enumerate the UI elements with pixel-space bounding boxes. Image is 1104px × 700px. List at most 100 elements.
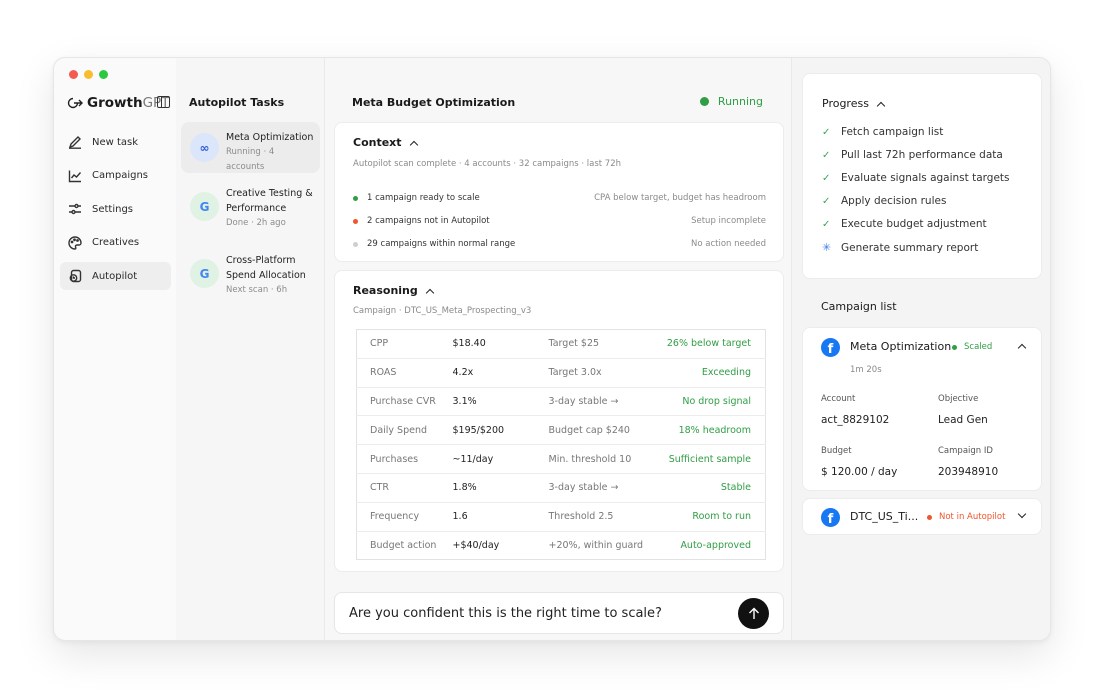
google-icon: G [190, 259, 219, 288]
status-dot [927, 514, 932, 520]
sidebar-item-settings[interactable]: Settings [60, 195, 171, 223]
brand-name: Growth [87, 95, 143, 111]
campaign-list-title: Campaign list [821, 300, 897, 313]
chevron-up-icon [425, 288, 435, 297]
metric-result: Sufficient sample [654, 444, 766, 474]
progress-step: ✓ Execute budget adjustment [822, 218, 987, 230]
step-label: Pull last 72h performance data [841, 149, 1003, 161]
sidebar-item-autopilot[interactable]: Autopilot [60, 262, 171, 290]
table-row: Budget action +$40/day +20%, within guard A… [357, 531, 766, 560]
context-row-note: No action needed [691, 239, 766, 249]
metric-value: $195/$200 [452, 415, 549, 446]
table-row: CPP $18.40 Target $25 26% below target [356, 329, 766, 359]
sidebar-toggle-icon[interactable] [157, 96, 170, 108]
app-window: Growth GPT New task Campaigns Settings Cr… [53, 57, 1051, 641]
status-badge: Running [699, 95, 763, 108]
context-row-text: 1 campaign ready to scale [367, 193, 480, 203]
palette-icon [68, 235, 82, 250]
autopilot-icon [69, 269, 82, 283]
campaign-name: Meta Optimization [850, 340, 952, 353]
task-item-cross-platform[interactable]: G Cross-Platform Spend Allocation Next s… [181, 245, 320, 307]
badge-label: Scaled [964, 342, 993, 352]
account-label: Account [821, 394, 856, 404]
metric-value: ~11/day [452, 444, 549, 474]
sidebar-item-campaigns[interactable]: Campaigns [60, 162, 171, 190]
reasoning-header[interactable]: Reasoning [353, 284, 435, 297]
metric-target: Target 3.0x [548, 358, 655, 388]
metric-value: 3.1% [452, 387, 549, 417]
spinner-icon: ✳ [822, 241, 832, 254]
context-row: 2 campaigns not in Autopilot Setup incom… [353, 216, 766, 226]
chevron-down-icon[interactable] [1017, 509, 1027, 519]
chat-input[interactable]: Are you confident this is the right time… [334, 592, 784, 634]
metric-result: Room to run [654, 502, 766, 532]
status-dot [353, 218, 358, 224]
task-item-creative-testing[interactable]: G Creative Testing & Performance Done · … [181, 178, 320, 240]
context-row-note: CPA below target, budget has headroom [594, 193, 766, 203]
metric-name: Budget action [370, 539, 437, 551]
progress-card: Progress ✓ Fetch campaign list ✓ Pull last… [802, 73, 1042, 279]
campaign-id-value: 203948910 [938, 466, 999, 478]
objective-label: Objective [938, 394, 979, 404]
sidebar-item-label: Campaigns [92, 170, 149, 181]
status-dot [353, 195, 358, 201]
progress-step: ✓ Fetch campaign list [822, 126, 943, 138]
metric-value: +$40/day [452, 539, 500, 551]
chat-input-text[interactable]: Are you confident this is the right time… [349, 606, 662, 621]
budget-value: $ 120.00 / day [821, 466, 898, 478]
task-name-line2: Performance [226, 203, 287, 214]
progress-header[interactable]: Progress [822, 97, 886, 110]
metric-value: $18.40 [452, 329, 549, 359]
task-status: Done · 2h ago [226, 218, 286, 228]
step-label: Execute budget adjustment [841, 218, 987, 230]
metric-result: 18% headroom [654, 415, 766, 446]
context-summary: Autopilot scan complete · 4 accounts · 3… [353, 159, 622, 169]
reasoning-campaign: Campaign · DTC_US_Meta_Prospecting_v3 [353, 306, 532, 316]
progress-step: ✓ Apply decision rules [822, 195, 946, 207]
check-icon: ✓ [822, 195, 831, 207]
campaign-id-label: Campaign ID [938, 446, 993, 456]
badge-label: Not in Autopilot [939, 512, 1006, 522]
metric-target: Budget cap $240 [548, 415, 655, 446]
chevron-up-icon [876, 101, 886, 110]
send-button[interactable] [738, 598, 769, 629]
metric-result: 26% below target [654, 329, 766, 359]
reasoning-title: Reasoning [353, 284, 418, 297]
metric-name: Purchase CVR [356, 387, 453, 417]
step-label: Evaluate signals against targets [841, 172, 1010, 184]
metric-name: Purchases [356, 444, 453, 474]
task-name: Creative Testing & [226, 188, 313, 199]
campaign-name: DTC_US_Ti... [850, 510, 919, 523]
check-icon: ✓ [822, 172, 831, 184]
main-panel: Meta Budget Optimization Running Context… [324, 58, 792, 640]
step-label: Apply decision rules [841, 195, 947, 207]
sidebar-item-new-task[interactable]: New task [60, 128, 171, 156]
brand-logo[interactable]: Growth GPT [67, 95, 169, 111]
task-status: Next scan · 6h [226, 285, 288, 295]
chevron-up-icon[interactable] [1017, 343, 1027, 353]
task-name: Meta Optimization [226, 132, 314, 143]
context-header[interactable]: Context [353, 136, 418, 149]
context-row: 29 campaigns within normal range No acti… [353, 239, 766, 249]
metric-target: Target $25 [548, 329, 655, 359]
page-title: Meta Budget Optimization [352, 96, 516, 109]
table-row: Purchases ~11/day Min. threshold 10 Suffici… [356, 444, 766, 474]
metric-result: Exceeding [654, 358, 766, 388]
sidebar-nav: New task Campaigns Settings Creatives Au… [60, 128, 171, 296]
status-label: Running [717, 95, 763, 108]
campaign-card-meta-optimization[interactable]: f Meta Optimization Scaled 1m 20s Accoun… [802, 327, 1042, 491]
task-item-meta-optimization[interactable]: ∞ Meta Optimization Running · 4 accounts [181, 122, 320, 173]
check-icon: ✓ [822, 126, 831, 138]
campaign-card-dtc-us[interactable]: f DTC_US_Ti... Not in Autopilot [802, 498, 1042, 535]
sidebar-item-creatives[interactable]: Creatives [60, 229, 171, 257]
task-status: Running · 4 accounts [226, 147, 275, 172]
facebook-icon: f [821, 338, 840, 357]
context-card: Context Autopilot scan complete · 4 acco… [334, 122, 784, 262]
metric-target: Min. threshold 10 [548, 444, 655, 474]
status-dot [699, 97, 709, 106]
pencil-icon [68, 136, 81, 149]
metric-name: CTR [356, 473, 453, 503]
status-badge: Scaled [952, 342, 992, 352]
table-row: ROAS 4.2x Target 3.0x Exceeding [356, 358, 766, 388]
task-name: Cross-Platform [226, 255, 296, 266]
